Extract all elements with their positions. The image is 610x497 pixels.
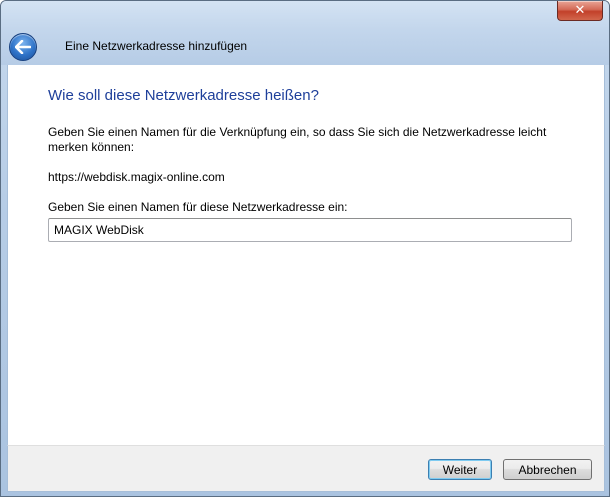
name-input[interactable] — [48, 218, 572, 242]
back-arrow-icon — [15, 40, 31, 54]
page-heading: Wie soll diese Netzwerkadresse heißen? — [48, 87, 319, 104]
back-button[interactable] — [9, 33, 37, 61]
description-text: Geben Sie einen Namen für die Verknüpfun… — [48, 125, 547, 154]
close-icon: ✕ — [574, 2, 586, 17]
button-bar: Weiter Abbrechen — [7, 445, 605, 492]
wizard-window: ✕ Eine Netzwerkadresse hinzufügen Wie so… — [0, 0, 610, 497]
title-bar: ✕ Eine Netzwerkadresse hinzufügen — [1, 1, 609, 65]
window-title: Eine Netzwerkadresse hinzufügen — [65, 39, 248, 53]
network-address-url: https://webdisk.magix-online.com — [48, 170, 225, 184]
next-button[interactable]: Weiter — [428, 459, 492, 480]
wizard-content: Wie soll diese Netzwerkadresse heißen? G… — [7, 65, 605, 445]
name-field-label: Geben Sie einen Namen für diese Netzwerk… — [48, 200, 348, 214]
close-button[interactable]: ✕ — [557, 1, 603, 21]
cancel-button[interactable]: Abbrechen — [503, 459, 592, 480]
